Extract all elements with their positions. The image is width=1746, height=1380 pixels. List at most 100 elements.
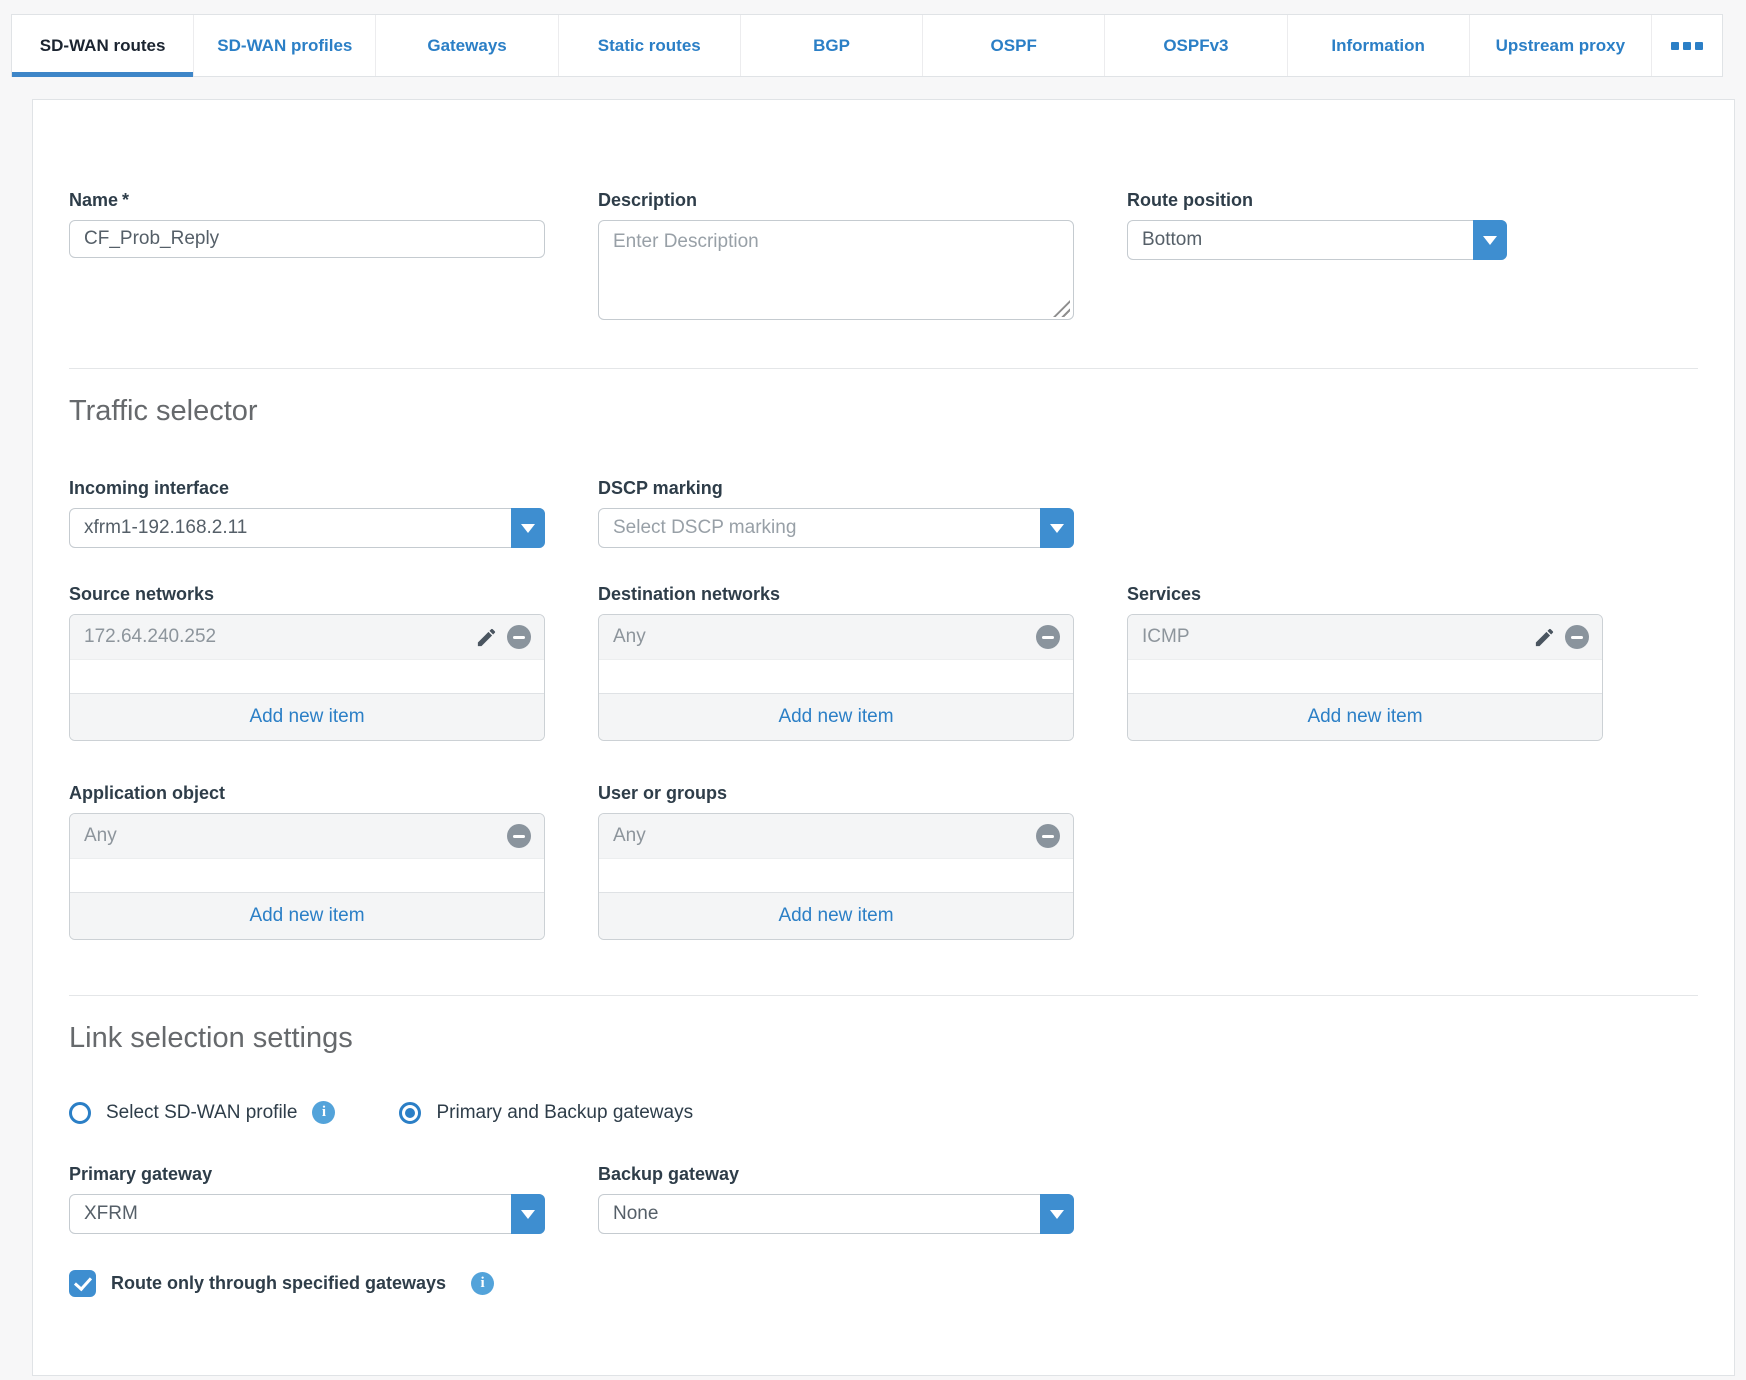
incoming-interface-label: Incoming interface xyxy=(69,478,230,498)
minus-circle-icon[interactable] xyxy=(1036,824,1060,848)
backup-gateway-field-group: Backup gateway None xyxy=(598,1164,1074,1234)
radio-select-sdwan-profile[interactable]: Select SD-WAN profile i xyxy=(69,1101,336,1124)
ellipsis-icon xyxy=(1670,41,1679,50)
tab-static-routes[interactable]: Static routes xyxy=(559,15,741,76)
route-form-card: Name* Description Route position Bottom … xyxy=(32,99,1735,1376)
dscp-marking-placeholder: Select DSCP marking xyxy=(613,517,797,538)
list-item: Any xyxy=(70,814,544,859)
tab-bar: SD-WAN routes SD-WAN profiles Gateways S… xyxy=(11,14,1723,77)
list-item-actions xyxy=(507,824,531,848)
description-textarea[interactable] xyxy=(598,220,1074,320)
add-new-item-button[interactable]: Add new item xyxy=(70,693,544,740)
tab-gateways[interactable]: Gateways xyxy=(376,15,559,76)
add-new-item-button[interactable]: Add new item xyxy=(70,892,544,939)
tab-sdwan-routes[interactable]: SD-WAN routes xyxy=(12,15,195,77)
list-item-text: 172.64.240.252 xyxy=(84,626,217,647)
name-label-text: Name xyxy=(69,190,119,210)
list-item-text: Any xyxy=(84,825,117,846)
chevron-down-icon[interactable] xyxy=(511,1194,545,1234)
route-position-value: Bottom xyxy=(1142,229,1203,250)
destination-networks-field-group: Destination networks Any Add new item xyxy=(598,584,1074,741)
name-input[interactable] xyxy=(69,220,545,258)
incoming-interface-select[interactable]: xfrm1-192.168.2.11 xyxy=(69,508,545,548)
list-item: 172.64.240.252 xyxy=(70,615,544,660)
chevron-down-icon[interactable] xyxy=(1040,508,1074,548)
incoming-interface-field-group: Incoming interface xfrm1-192.168.2.11 xyxy=(69,478,545,548)
add-new-item-button[interactable]: Add new item xyxy=(599,693,1073,740)
checkbox-checked-icon[interactable] xyxy=(69,1270,96,1297)
user-or-groups-field-group: User or groups Any Add new item xyxy=(598,783,1074,940)
tab-information[interactable]: Information xyxy=(1288,15,1470,76)
services-label: Services xyxy=(1127,584,1202,604)
route-position-label: Route position xyxy=(1127,190,1253,210)
backup-gateway-select[interactable]: None xyxy=(598,1194,1074,1234)
application-object-listbox: Any Add new item xyxy=(69,813,545,940)
radio-primary-backup-gateways[interactable]: Primary and Backup gateways xyxy=(399,1101,694,1124)
route-position-select[interactable]: Bottom xyxy=(1127,220,1507,260)
list-item-text: Any xyxy=(613,626,646,647)
list-empty-space xyxy=(599,660,1073,693)
chevron-down-icon[interactable] xyxy=(1040,1194,1074,1234)
tab-bgp[interactable]: BGP xyxy=(741,15,924,76)
list-item-actions xyxy=(1036,625,1060,649)
add-new-item-button[interactable]: Add new item xyxy=(1128,693,1602,740)
list-item-text: ICMP xyxy=(1142,626,1190,647)
tab-sdwan-profiles[interactable]: SD-WAN profiles xyxy=(194,15,377,76)
minus-circle-icon[interactable] xyxy=(1036,625,1060,649)
list-item: Any xyxy=(599,814,1073,859)
pencil-icon[interactable] xyxy=(475,626,498,649)
destination-networks-listbox: Any Add new item xyxy=(598,614,1074,741)
destination-networks-label: Destination networks xyxy=(598,584,781,604)
tab-label: SD-WAN routes xyxy=(39,35,166,55)
tab-ospf[interactable]: OSPF xyxy=(923,15,1106,76)
list-item-actions xyxy=(1533,625,1589,649)
chevron-down-icon[interactable] xyxy=(511,508,545,548)
dscp-marking-select[interactable]: Select DSCP marking xyxy=(598,508,1074,548)
tab-label: Gateways xyxy=(427,35,507,55)
list-empty-space xyxy=(1128,660,1602,693)
backup-gateway-value: None xyxy=(613,1203,659,1224)
list-item: Any xyxy=(599,615,1073,660)
radio-unchecked-icon[interactable] xyxy=(69,1101,91,1124)
networks-row: Source networks 172.64.240.252 Add new i… xyxy=(69,584,1698,741)
radio-label: Select SD-WAN profile xyxy=(106,1101,298,1123)
application-object-field-group: Application object Any Add new item xyxy=(69,783,545,940)
incoming-interface-value: xfrm1-192.168.2.11 xyxy=(84,517,248,538)
general-row: Name* Description Route position Bottom xyxy=(69,190,1698,325)
list-item-actions xyxy=(1036,824,1060,848)
minus-circle-icon[interactable] xyxy=(1565,625,1589,649)
tab-upstream-proxy[interactable]: Upstream proxy xyxy=(1470,15,1652,76)
minus-circle-icon[interactable] xyxy=(507,625,531,649)
tab-label: BGP xyxy=(813,35,850,55)
tab-label: Static routes xyxy=(597,35,701,55)
add-new-item-button[interactable]: Add new item xyxy=(599,892,1073,939)
radio-label: Primary and Backup gateways xyxy=(436,1101,694,1123)
link-mode-radio-group: Select SD-WAN profile i Primary and Back… xyxy=(69,1101,1698,1124)
description-field-group: Description xyxy=(598,190,1074,325)
source-networks-field-group: Source networks 172.64.240.252 Add new i… xyxy=(69,584,545,741)
section-divider xyxy=(69,368,1698,369)
services-field-group: Services ICMP Add new item xyxy=(1127,584,1603,741)
tab-label: SD-WAN profiles xyxy=(217,35,353,55)
chevron-down-icon[interactable] xyxy=(1473,220,1507,260)
list-item-actions xyxy=(475,625,531,649)
tab-label: OSPF xyxy=(990,35,1037,55)
more-tabs-button[interactable] xyxy=(1652,15,1722,76)
info-icon[interactable]: i xyxy=(312,1101,336,1124)
backup-gateway-label: Backup gateway xyxy=(598,1164,740,1184)
description-textarea-wrap xyxy=(598,220,1074,325)
application-object-label: Application object xyxy=(69,783,226,803)
ellipsis-icon xyxy=(1694,41,1703,50)
source-networks-listbox: 172.64.240.252 Add new item xyxy=(69,614,545,741)
section-divider xyxy=(69,995,1698,996)
list-empty-space xyxy=(599,859,1073,892)
list-empty-space xyxy=(70,660,544,693)
primary-gateway-select[interactable]: XFRM xyxy=(69,1194,545,1234)
tab-label: OSPFv3 xyxy=(1163,35,1229,55)
radio-checked-icon[interactable] xyxy=(399,1101,422,1124)
pencil-icon[interactable] xyxy=(1533,626,1556,649)
minus-circle-icon[interactable] xyxy=(507,824,531,848)
info-icon[interactable]: i xyxy=(471,1272,495,1295)
tab-ospfv3[interactable]: OSPFv3 xyxy=(1105,15,1288,76)
name-label: Name * xyxy=(69,190,545,211)
